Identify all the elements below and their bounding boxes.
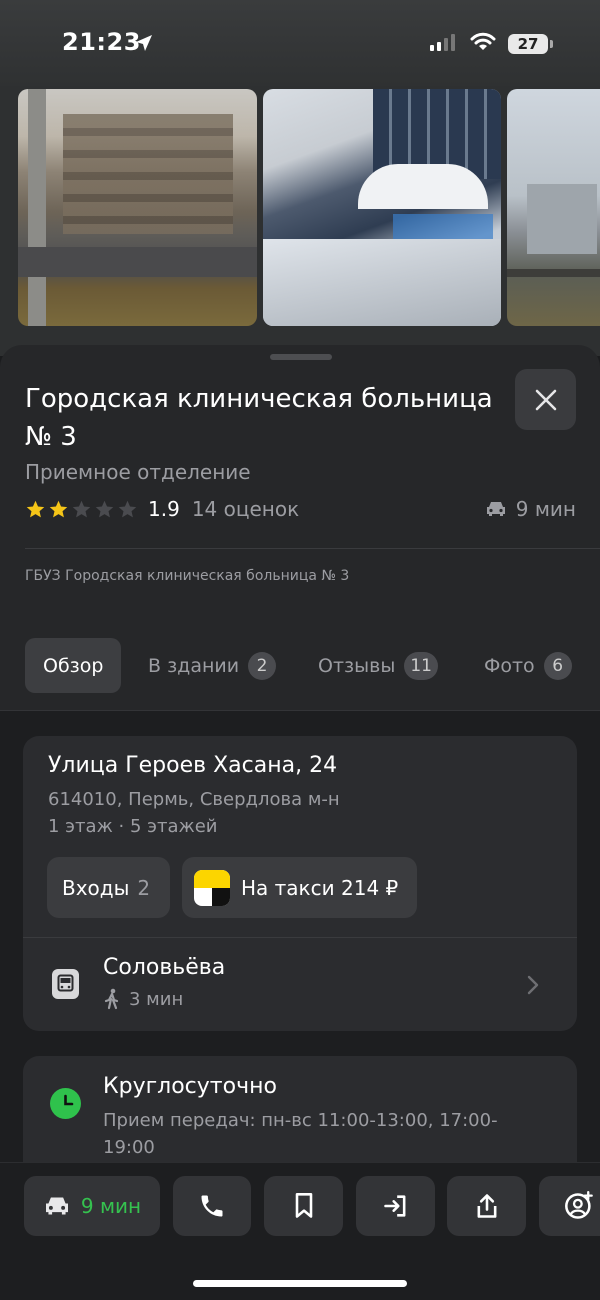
place-photo-2[interactable]	[263, 89, 501, 326]
add-user-icon	[564, 1191, 593, 1219]
rating-count: 14 оценок	[191, 497, 300, 521]
tab-photos-label: Фото	[484, 654, 535, 677]
walk-time: 3 мин	[103, 988, 183, 1010]
clock-icon	[50, 1088, 81, 1119]
entrances-label: Входы	[62, 875, 130, 900]
add-user-button[interactable]	[539, 1176, 600, 1236]
star-filled-icon	[49, 500, 68, 517]
taxi-label: На такси 214 ₽	[241, 875, 399, 900]
street-address[interactable]: Улица Героев Хасана, 24	[48, 753, 337, 778]
entrance-button[interactable]	[356, 1176, 435, 1236]
chevron-right-icon[interactable]	[526, 974, 540, 996]
place-photo-3[interactable]	[507, 89, 600, 326]
phone-icon	[201, 1195, 223, 1217]
floor-info: 1 этаж · 5 этажей	[48, 816, 218, 837]
hours-status: Круглосуточно	[103, 1074, 277, 1099]
rating-row[interactable]: 1.9 14 оценок	[25, 495, 299, 523]
share-icon	[477, 1194, 496, 1218]
tab-bar: Обзор В здании 2 Отзывы 11 Фото 6	[0, 638, 600, 693]
walking-icon	[104, 988, 119, 1010]
call-button[interactable]	[173, 1176, 251, 1236]
organization-name[interactable]: ГБУЗ Городская клиническая больница № 3	[25, 568, 349, 584]
bookmark-button[interactable]	[264, 1176, 343, 1236]
tab-photos-badge: 6	[543, 651, 572, 680]
close-button[interactable]	[515, 369, 576, 430]
star-empty-icon	[118, 500, 137, 517]
hours-details: Прием передач: пн-вс 11:00-13:00, 17:00-…	[103, 1110, 498, 1158]
drive-eta[interactable]: 9 мин	[485, 495, 576, 523]
car-icon	[45, 1197, 68, 1215]
tab-in-building[interactable]: В здании 2	[148, 638, 277, 693]
login-icon	[383, 1195, 405, 1217]
tab-in-building-badge: 2	[248, 651, 277, 680]
tab-reviews[interactable]: Отзывы 11	[318, 638, 438, 693]
walk-time-label: 3 мин	[129, 988, 184, 1010]
divider	[25, 548, 600, 549]
star-empty-icon	[95, 500, 114, 517]
drive-eta-label: 9 мин	[515, 497, 576, 521]
place-photo-1[interactable]	[18, 89, 257, 326]
taxi-button[interactable]: На такси 214 ₽	[182, 857, 417, 918]
star-empty-icon	[72, 500, 91, 517]
wifi-icon	[470, 32, 496, 50]
tab-overview-label: Обзор	[43, 654, 104, 677]
yandex-taxi-icon	[194, 869, 230, 906]
cellular-signal-icon	[430, 34, 455, 51]
battery-indicator: 27	[508, 34, 553, 54]
car-icon	[486, 502, 505, 516]
rating-stars	[25, 499, 138, 520]
clock-time: 21:23	[62, 28, 141, 56]
entrances-button[interactable]: Входы 2	[47, 857, 170, 918]
city-district: 614010, Пермь, Свердлова м-н	[48, 789, 340, 810]
rating-value: 1.9	[148, 497, 180, 521]
tab-reviews-badge: 11	[404, 651, 438, 680]
location-arrow-icon	[136, 35, 152, 51]
place-title: Городская клиническая больница № 3	[25, 384, 493, 452]
sheet-grabber[interactable]	[270, 354, 332, 360]
share-button[interactable]	[447, 1176, 526, 1236]
tab-photos[interactable]: Фото 6	[484, 638, 572, 693]
tab-in-building-label: В здании	[148, 654, 240, 677]
place-category: Приемное отделение	[25, 460, 251, 484]
home-indicator[interactable]	[193, 1280, 407, 1287]
tab-reviews-label: Отзывы	[318, 654, 396, 677]
tab-overview[interactable]: Обзор	[25, 638, 122, 693]
bookmark-icon	[295, 1193, 312, 1218]
divider	[23, 937, 577, 938]
transit-stop-name[interactable]: Соловьёва	[103, 955, 225, 980]
bus-stop-icon	[52, 969, 79, 999]
star-filled-icon	[26, 500, 45, 517]
route-button[interactable]: 9 мин	[24, 1176, 160, 1236]
route-eta-label: 9 мин	[80, 1194, 142, 1218]
entrances-count: 2	[137, 875, 151, 900]
close-icon	[535, 389, 556, 410]
